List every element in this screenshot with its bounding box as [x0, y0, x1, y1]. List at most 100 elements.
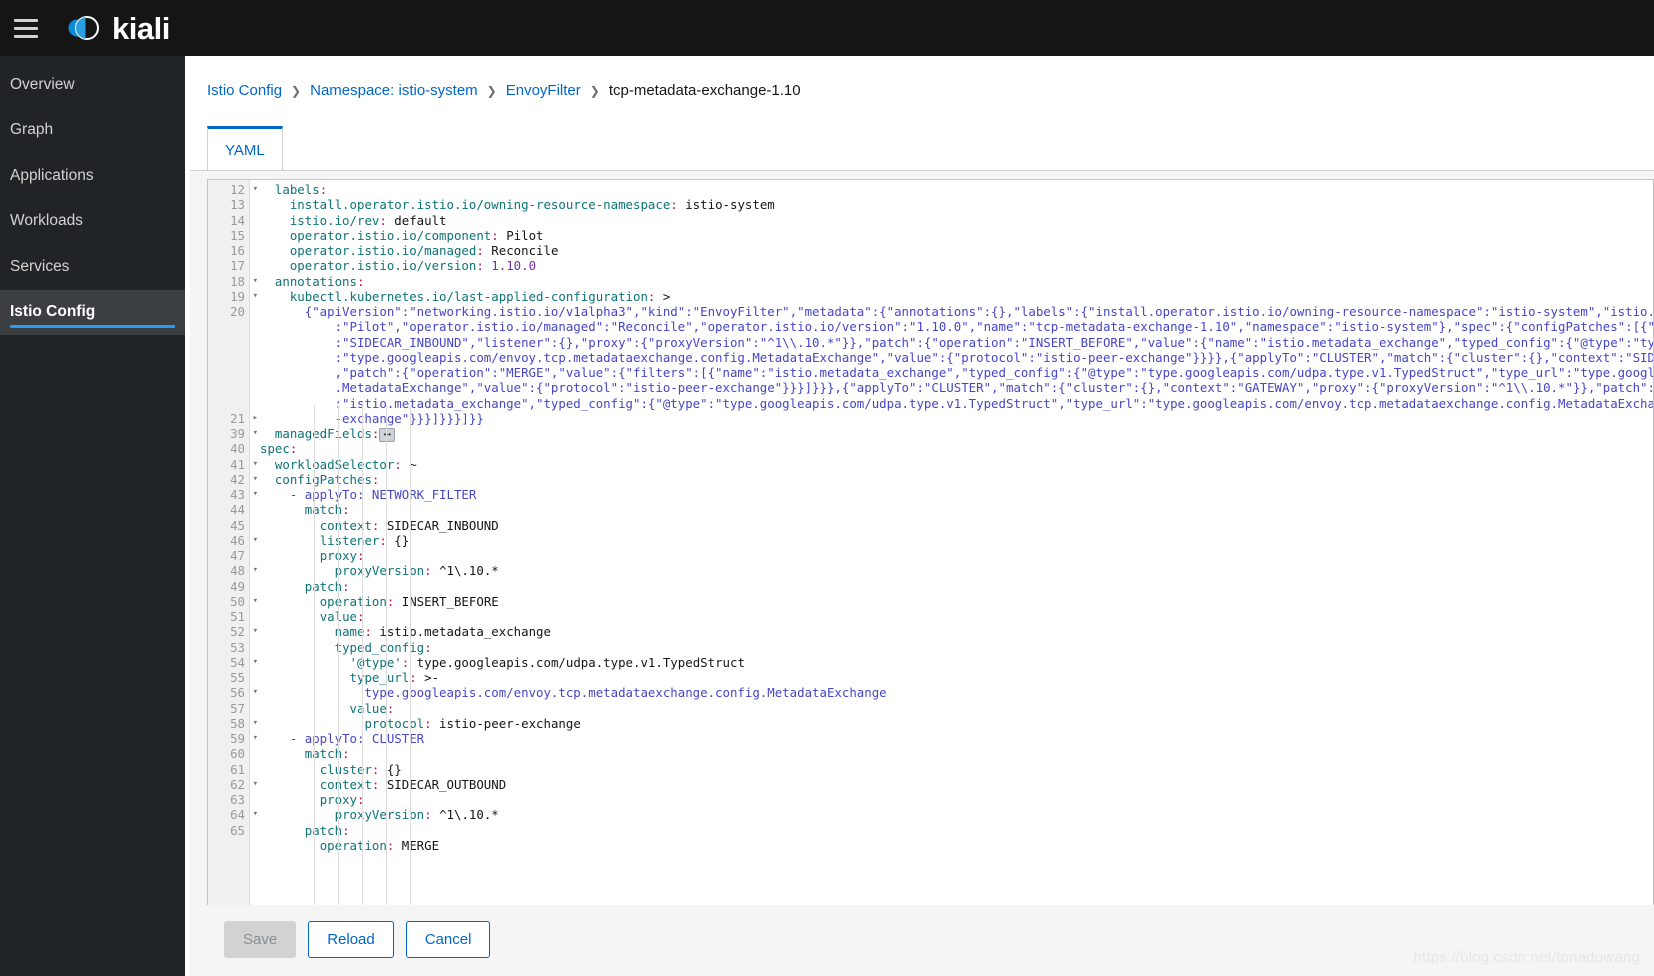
- indent-guide: [410, 405, 411, 905]
- sidebar-item-applications[interactable]: Applications: [0, 153, 185, 199]
- line-number: 18 ▾: [230, 273, 258, 289]
- yaml-editor[interactable]: 12 ▾ 13 14 15 16 17 18 ▾ 19 ▾ 20 21 ▸ 39 ▾ 40 41 ▾ 42 ▾ 43 ▾ 44…: [207, 179, 1654, 905]
- code-line: proxy:: [320, 548, 365, 563]
- line-number: 39 ▾: [230, 426, 258, 441]
- line-number: [208, 365, 249, 380]
- kiali-logo-icon: [63, 8, 103, 48]
- code-line: listener: {}: [319, 532, 410, 548]
- hamburger-menu-icon[interactable]: [11, 13, 41, 43]
- code-line: operator.istio.io/managed: Reconcile: [289, 243, 559, 258]
- sidebar-item-overview[interactable]: Overview: [0, 62, 185, 108]
- kiali-app-window: kiali Overview Graph Applications Worklo…: [0, 0, 1654, 976]
- code-line: ,"patch":{"operation":"MERGE","value":{"…: [260, 365, 1653, 380]
- code-line: proxyVersion: ^1\.10.*: [334, 563, 499, 579]
- code-line: value:: [320, 609, 365, 624]
- line-number: 21 ▸: [230, 410, 258, 426]
- line-number: 20: [230, 304, 245, 319]
- code-line: istio.io/rev: default: [289, 212, 447, 228]
- editor-action-bar: Save Reload Cancel: [207, 905, 1654, 976]
- line-number: 64 ▾: [230, 807, 258, 823]
- breadcrumb: Istio Config ❯ Namespace: istio-system ❯…: [185, 56, 1654, 99]
- code-line: typed_config:: [334, 639, 432, 655]
- indent-guide: [314, 405, 315, 905]
- line-number: 47: [230, 548, 245, 563]
- code-line: .MetadataExchange","value":{"protocol":"…: [260, 380, 1653, 396]
- line-number: 13: [230, 197, 245, 213]
- code-line: workloadSelector: ~: [274, 456, 417, 472]
- brand[interactable]: kiali: [63, 8, 170, 48]
- line-number: 59 ▾: [230, 731, 258, 746]
- code-line: protocol: istio-peer-exchange: [364, 715, 581, 731]
- code-line: value:: [349, 700, 395, 716]
- code-line: context: SIDECAR_OUTBOUND: [319, 776, 507, 792]
- breadcrumb-item-namespace[interactable]: Namespace: istio-system: [310, 82, 478, 99]
- code-line: operation: INSERT_BEFORE: [319, 593, 499, 609]
- line-number: 44: [230, 502, 245, 518]
- line-number: 52 ▾: [230, 624, 258, 640]
- sidebar-item-label: Graph: [10, 121, 54, 139]
- code-line: labels:: [274, 182, 328, 197]
- code-line: :"type.googleapis.com/envoy.tcp.metadata…: [260, 349, 1653, 365]
- code-line: kubectl.kubernetes.io/last-applied-confi…: [289, 288, 671, 304]
- sidebar-item-label: Istio Config: [10, 303, 96, 321]
- sidebar-item-istio-config[interactable]: Istio Config: [0, 289, 185, 335]
- line-number: 61: [230, 761, 245, 777]
- line-number: 53: [230, 639, 245, 655]
- line-number: 16: [230, 243, 245, 258]
- code-line: patch:: [304, 822, 350, 838]
- line-number: 46 ▾: [230, 532, 258, 548]
- reload-button[interactable]: Reload: [308, 921, 394, 958]
- line-number: 45: [230, 517, 245, 533]
- collapsed-fold-widget[interactable]: ⟷: [379, 428, 396, 442]
- line-number: 60: [230, 746, 245, 762]
- line-number: 19 ▾: [230, 288, 258, 304]
- brand-name: kiali: [112, 10, 170, 46]
- masthead: kiali: [0, 0, 1654, 56]
- tab-label: YAML: [225, 142, 265, 159]
- line-number: 54 ▾: [230, 654, 258, 670]
- breadcrumb-item-current: tcp-metadata-exchange-1.10: [608, 82, 801, 99]
- breadcrumb-item-istio-config[interactable]: Istio Config: [207, 82, 282, 99]
- code-line: :"Pilot","operator.istio.io/managed":"Re…: [260, 319, 1653, 335]
- code-line: patch:: [304, 578, 350, 594]
- code-line: annotations:: [274, 273, 365, 289]
- yaml-code-area[interactable]: labels: install.operator.istio.io/owning…: [250, 180, 1653, 905]
- indent-guide: [362, 405, 363, 905]
- code-line: match:: [304, 746, 350, 762]
- code-line: configPatches:: [274, 471, 380, 487]
- code-line: match:: [304, 502, 350, 518]
- code-line: context: SIDECAR_INBOUND: [319, 517, 499, 533]
- cancel-button[interactable]: Cancel: [405, 921, 491, 958]
- line-number: 55: [230, 670, 245, 685]
- code-line: cluster: {}: [319, 761, 402, 777]
- line-number: [208, 350, 249, 365]
- indent-guide: [338, 405, 339, 905]
- code-line: - applyTo: CLUSTER: [260, 731, 425, 746]
- line-number: 15: [230, 227, 245, 243]
- yaml-editor-panel: 12 ▾ 13 14 15 16 17 18 ▾ 19 ▾ 20 21 ▸ 39 ▾ 40 41 ▾ 42 ▾ 43 ▾ 44…: [190, 170, 1654, 976]
- save-button[interactable]: Save: [224, 921, 297, 958]
- code-line: operator.istio.io/component: Pilot: [289, 227, 544, 243]
- sidebar-item-services[interactable]: Services: [0, 244, 185, 290]
- tab-bar: YAML: [190, 125, 1654, 171]
- breadcrumb-item-envoyfilter[interactable]: EnvoyFilter: [506, 82, 581, 99]
- sidebar-item-label: Applications: [10, 166, 94, 184]
- line-number: 65: [230, 822, 245, 838]
- breadcrumb-separator-icon: ❯: [589, 83, 600, 98]
- code-line: install.operator.istio.io/owning-resourc…: [289, 197, 775, 213]
- line-number: 14: [230, 212, 245, 228]
- line-number: 48 ▾: [230, 563, 258, 579]
- sidebar-item-workloads[interactable]: Workloads: [0, 199, 185, 245]
- line-number: [208, 380, 249, 395]
- code-line: spec:: [260, 441, 298, 457]
- line-number: 62 ▾: [230, 776, 258, 792]
- line-number: 51: [230, 609, 245, 624]
- sidebar-item-label: Workloads: [10, 212, 83, 230]
- code-line: - applyTo: NETWORK_FILTER: [260, 487, 477, 502]
- tab-yaml[interactable]: YAML: [207, 126, 283, 171]
- sidebar-item-graph[interactable]: Graph: [0, 108, 185, 154]
- code-line: '@type': type.googleapis.com/udpa.type.v…: [349, 654, 745, 670]
- line-number: 42 ▾: [230, 471, 258, 487]
- line-number-gutter[interactable]: 12 ▾ 13 14 15 16 17 18 ▾ 19 ▾ 20 21 ▸ 39 ▾ 40 41 ▾ 42 ▾ 43 ▾ 44…: [208, 180, 258, 905]
- line-number: 56 ▾: [230, 685, 258, 701]
